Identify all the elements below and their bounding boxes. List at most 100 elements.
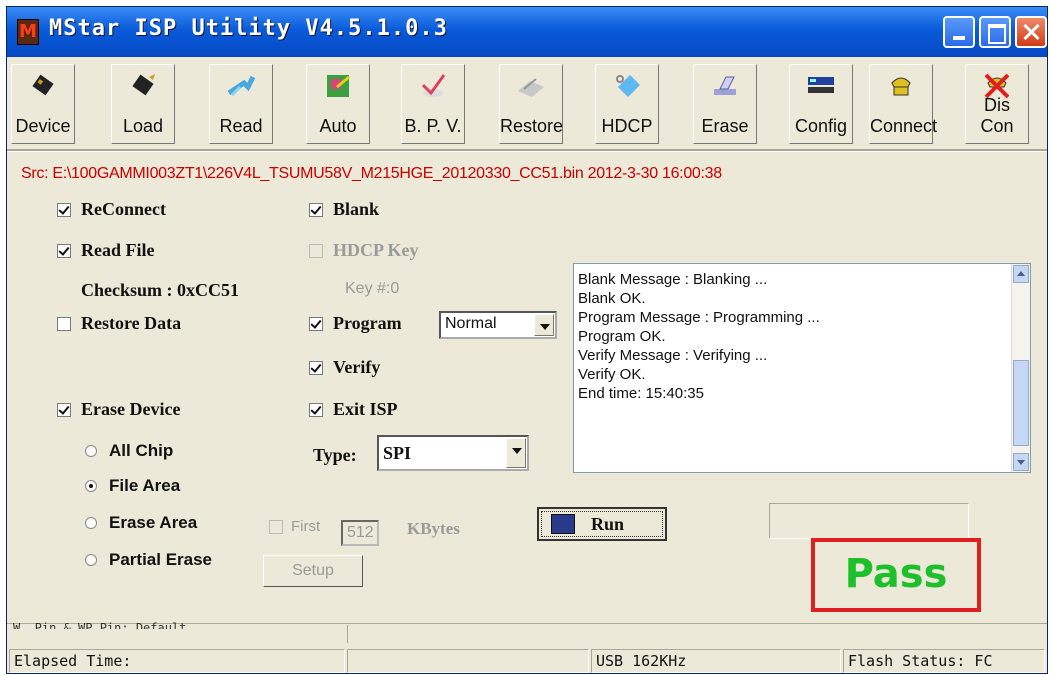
log-scrollbar[interactable] (1011, 264, 1030, 472)
minimize-button[interactable] (943, 16, 975, 48)
load-button[interactable]: Load (111, 64, 175, 144)
result-pass-indicator: Pass (811, 538, 981, 612)
exit-isp-check[interactable] (309, 402, 323, 417)
log-line: End time: 15:40:35 (578, 385, 704, 402)
load-label: Load (122, 116, 164, 136)
eraser-icon (714, 76, 736, 95)
elapsed-time-panel: Elapsed Time: (9, 649, 345, 673)
blank-check[interactable] (309, 202, 323, 217)
hdcp-button[interactable]: HDCP (595, 64, 659, 144)
radio-partial-erase-label: Partial Erase (109, 550, 213, 569)
log-line: Program OK. (578, 328, 666, 345)
first-kbytes-input[interactable]: 512 (341, 520, 379, 546)
verify-check[interactable] (309, 360, 323, 375)
radio-partial-erase[interactable]: Partial Erase (85, 550, 212, 570)
maximize-button[interactable] (979, 16, 1011, 48)
erase-device-check[interactable] (57, 402, 71, 417)
scroll-up-icon[interactable] (1013, 265, 1029, 283)
radio-file-area[interactable]: File Area (85, 476, 180, 496)
program-checkbox[interactable]: Program (309, 313, 402, 334)
radio-dot-selected[interactable] (85, 480, 97, 492)
auto-icon (327, 75, 350, 97)
radio-all-chip[interactable]: All Chip (85, 441, 173, 461)
hdcp-key-checkbox[interactable]: HDCP Key (309, 240, 419, 261)
restore-button[interactable]: Restore (499, 64, 563, 144)
verify-checkbox[interactable]: Verify (309, 357, 380, 378)
scroll-thumb[interactable] (1013, 360, 1029, 446)
radio-dot[interactable] (85, 445, 97, 457)
bpv-button[interactable]: B. P. V. (401, 64, 465, 144)
kbytes-label: KBytes (407, 519, 460, 538)
first-checkbox[interactable]: First (269, 518, 320, 535)
hdcp-icon (616, 75, 640, 97)
connect-button[interactable]: Connect (869, 64, 938, 144)
connect-label: Connect (870, 116, 938, 136)
type-label: Type: (313, 445, 357, 465)
read-file-label: Read File (81, 240, 155, 260)
window-title: MStar ISP Utility V4.5.1.0.3 (49, 16, 448, 41)
setup-label: Setup (292, 562, 334, 579)
status-bar: Elapsed Time: USB 162KHz Flash Status: F… (7, 647, 1047, 675)
type-select[interactable]: SPI (377, 435, 529, 471)
config-label: Config (794, 116, 848, 136)
exit-isp-checkbox[interactable]: Exit ISP (309, 399, 398, 420)
checksum-label: Checksum : 0xCC51 (81, 280, 240, 300)
radio-all-chip-label: All Chip (109, 441, 174, 460)
reconnect-label: ReConnect (81, 199, 166, 219)
title-bar[interactable]: M MStar ISP Utility V4.5.1.0.3 (7, 7, 1047, 57)
exit-isp-label: Exit ISP (333, 399, 398, 419)
radio-dot[interactable] (85, 517, 97, 529)
pin-setting-text: W. Pin & WP Pin: Default (13, 621, 187, 629)
blank-label: Blank (333, 199, 380, 219)
scroll-down-icon[interactable] (1013, 453, 1029, 471)
program-mode-select[interactable]: Normal (439, 311, 557, 339)
program-mode-value: Normal (445, 315, 497, 332)
first-check[interactable] (269, 519, 283, 534)
restore-data-check[interactable] (57, 316, 71, 331)
device-button[interactable]: Device (11, 64, 75, 144)
hdcp-label: HDCP (601, 116, 653, 136)
log-line: Blank OK. (578, 290, 646, 307)
erase-button[interactable]: Erase (693, 64, 757, 144)
close-button[interactable] (1015, 16, 1047, 48)
restore-data-checkbox[interactable]: Restore Data (57, 313, 181, 334)
restore-icon (518, 78, 544, 97)
restore-data-label: Restore Data (81, 313, 182, 333)
flash-status-panel: Flash Status: FC (843, 649, 1045, 673)
read-file-check[interactable] (57, 243, 71, 258)
read-label: Read (219, 116, 263, 136)
log-line: Blank Message : Blanking ... (578, 271, 768, 288)
config-button[interactable]: Config (789, 64, 853, 144)
reconnect-check[interactable] (57, 202, 71, 217)
read-file-checkbox[interactable]: Read File (57, 240, 155, 261)
setup-button[interactable]: Setup (263, 555, 363, 587)
run-button[interactable]: Run (537, 507, 667, 541)
app-icon: M (17, 19, 39, 45)
erase-device-checkbox[interactable]: Erase Device (57, 399, 180, 420)
program-check[interactable] (309, 316, 323, 331)
reconnect-checkbox[interactable]: ReConnect (57, 199, 166, 220)
auto-button[interactable]: Auto (306, 64, 370, 144)
disconnect-button[interactable]: Dis Con (965, 64, 1029, 144)
chevron-down-icon[interactable] (506, 438, 526, 468)
chip-load-icon (132, 74, 155, 96)
disconnect-label: Dis Con (980, 95, 1014, 136)
hdcp-key-check[interactable] (309, 243, 323, 258)
hdcp-key-label: HDCP Key (333, 240, 419, 260)
auto-label: Auto (319, 116, 357, 136)
message-log[interactable]: Blank Message : Blanking ... Blank OK. P… (573, 263, 1031, 473)
phone-icon (891, 77, 911, 96)
chevron-down-icon[interactable] (534, 314, 554, 336)
log-lines: Blank Message : Blanking ... Blank OK. P… (578, 270, 820, 403)
log-line: Verify Message : Verifying ... (578, 347, 768, 364)
blank-checkbox[interactable]: Blank (309, 199, 379, 220)
usb-speed-panel: USB 162KHz (591, 649, 841, 673)
read-button[interactable]: Read (209, 64, 273, 144)
read-arrow-icon (227, 75, 256, 97)
radio-erase-area[interactable]: Erase Area (85, 513, 197, 533)
radio-erase-area-label: Erase Area (109, 513, 198, 532)
radio-dot[interactable] (85, 554, 97, 566)
toolbar: Device Load Read Auto B. P. V. Restore H… (7, 57, 1047, 149)
verify-label: Verify (333, 357, 381, 377)
status-panel-empty (347, 649, 589, 673)
